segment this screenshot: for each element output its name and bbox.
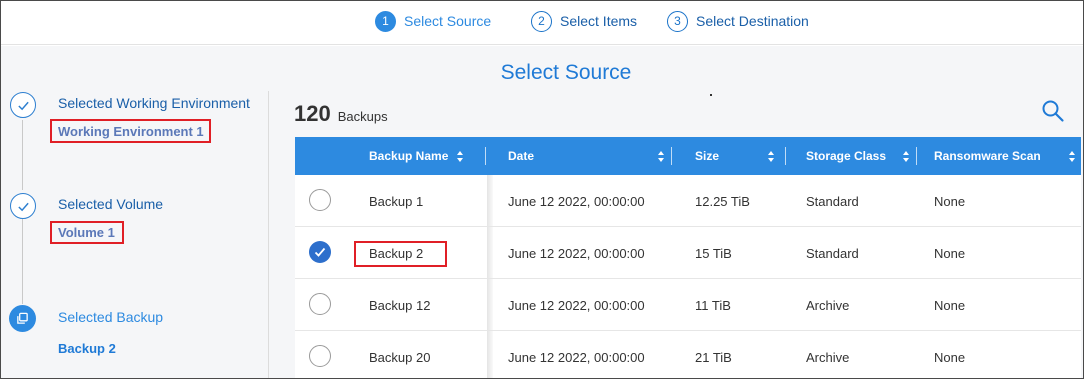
- cell-date: June 12 2022, 00:00:00: [508, 193, 645, 209]
- search-icon[interactable]: [1041, 99, 1065, 123]
- check-icon: [10, 92, 36, 118]
- step-label: Select Source: [404, 13, 492, 29]
- step-label: Select Items: [560, 13, 638, 29]
- step-number: 1: [375, 10, 396, 32]
- column-separator: [785, 147, 786, 165]
- check-icon: [314, 247, 326, 257]
- cell-storage-class: Standard: [806, 193, 859, 209]
- panel-divider: [268, 91, 269, 378]
- selected-volume-value: Volume 1: [58, 225, 115, 240]
- sort-icon: [657, 150, 665, 163]
- cell-size: 12.25 TiB: [695, 193, 750, 209]
- selected-backup-label: Selected Backup: [58, 309, 164, 325]
- progress-line: [22, 120, 23, 190]
- backup-copy-icon: [9, 305, 36, 332]
- cell-date: June 12 2022, 00:00:00: [508, 297, 645, 313]
- row-select-radio[interactable]: [309, 189, 331, 211]
- step-number: 3: [667, 10, 688, 32]
- selected-backup-value: Backup 2: [58, 341, 116, 356]
- step-label: Select Destination: [696, 13, 809, 29]
- step-select-items[interactable]: 2 Select Items: [531, 10, 637, 32]
- row-select-radio[interactable]: [309, 345, 331, 367]
- wizard-window: 1 Select Source 2 Select Items 3 Select …: [0, 0, 1084, 379]
- column-header-date[interactable]: Date: [508, 137, 665, 175]
- table-row[interactable]: Backup 2 June 12 2022, 00:00:00 15 TiB S…: [295, 227, 1081, 279]
- cell-size: 11 TiB: [695, 297, 731, 313]
- cell-backup-name: Backup 1: [369, 193, 424, 209]
- row-select-radio[interactable]: [309, 293, 331, 315]
- sort-icon: [767, 150, 775, 163]
- step-number: 2: [531, 10, 552, 32]
- cell-size: 15 TiB: [695, 245, 732, 261]
- progress-line: [22, 219, 23, 304]
- column-header-backup-name[interactable]: Backup Name: [369, 137, 464, 175]
- backup-count-label: Backups: [337, 109, 388, 124]
- cell-ransomware-scan: None: [934, 297, 966, 313]
- stray-dot: [710, 94, 712, 96]
- cell-backup-name: Backup 2: [369, 245, 424, 261]
- table-row[interactable]: Backup 1 June 12 2022, 00:00:00 12.25 Ti…: [295, 175, 1081, 227]
- cell-backup-name: Backup 20: [369, 349, 431, 365]
- column-header-ransomware-scan[interactable]: Ransomware Scan: [934, 137, 1076, 175]
- cell-storage-class: Archive: [806, 349, 850, 365]
- column-separator: [671, 147, 672, 165]
- row-select-radio[interactable]: [309, 241, 331, 263]
- backup-count: 120 Backups: [294, 101, 388, 127]
- column-header-size[interactable]: Size: [695, 137, 775, 175]
- table-row[interactable]: Backup 20 June 12 2022, 00:00:00 21 TiB …: [295, 331, 1081, 378]
- column-separator: [916, 147, 917, 165]
- sort-icon: [456, 150, 464, 163]
- selected-volume-label: Selected Volume: [58, 196, 164, 212]
- cell-backup-name: Backup 12: [369, 297, 431, 313]
- table-row[interactable]: Backup 12 June 12 2022, 00:00:00 11 TiB …: [295, 279, 1081, 331]
- step-select-source[interactable]: 1 Select Source: [375, 10, 491, 32]
- cell-date: June 12 2022, 00:00:00: [508, 245, 645, 261]
- cell-ransomware-scan: None: [934, 193, 966, 209]
- cell-ransomware-scan: None: [934, 349, 966, 365]
- cell-size: 21 TiB: [695, 349, 732, 365]
- selected-working-environment-label: Selected Working Environment: [58, 95, 250, 111]
- column-header-storage-class[interactable]: Storage Class: [806, 137, 910, 175]
- sort-icon: [1068, 150, 1076, 163]
- table-header: Backup Name Date Size Storage Class Rans…: [295, 137, 1081, 175]
- check-icon: [10, 193, 36, 219]
- sort-icon: [902, 150, 910, 163]
- cell-storage-class: Archive: [806, 297, 850, 313]
- backup-count-number: 120: [294, 101, 331, 126]
- cell-ransomware-scan: None: [934, 245, 966, 261]
- cell-date: June 12 2022, 00:00:00: [508, 349, 645, 365]
- backups-table: Backup Name Date Size Storage Class Rans…: [295, 137, 1081, 378]
- wizard-stepper: 1 Select Source 2 Select Items 3 Select …: [1, 1, 1083, 45]
- step-select-destination[interactable]: 3 Select Destination: [667, 10, 809, 32]
- selected-working-environment-value: Working Environment 1: [58, 124, 204, 139]
- cell-storage-class: Standard: [806, 245, 859, 261]
- column-separator: [485, 147, 486, 165]
